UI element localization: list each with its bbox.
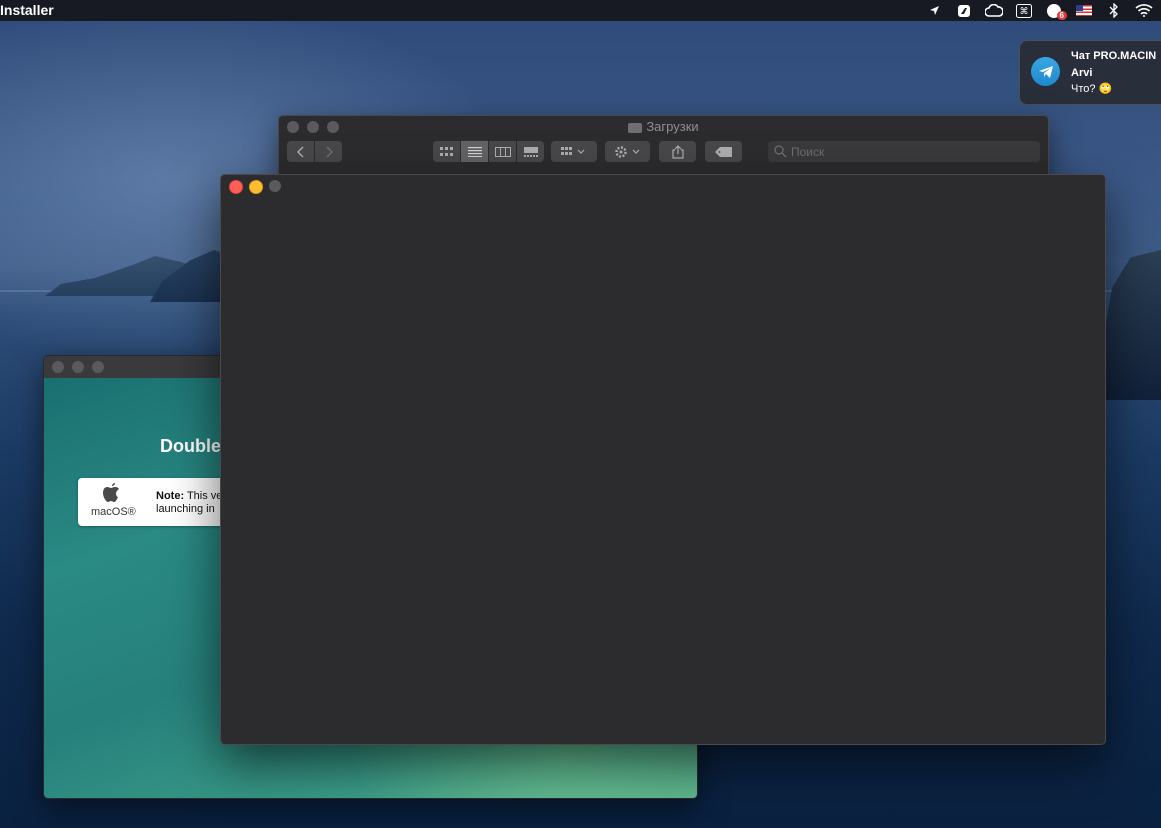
group-icon[interactable]: [551, 141, 597, 162]
notification-app-icon[interactable]: 6: [1043, 0, 1067, 21]
apple-logo-icon: [103, 483, 119, 502]
main-window[interactable]: [220, 174, 1106, 745]
icon-view-icon[interactable]: [433, 141, 461, 162]
notification-message: Что? 🙄: [1071, 83, 1113, 95]
svg-text:⌘: ⌘: [1020, 7, 1029, 17]
note-text: Note: This ve launching in: [156, 490, 226, 516]
forward-icon[interactable]: [315, 141, 342, 162]
installer-zoom-button[interactable]: [92, 361, 104, 373]
column-view-icon[interactable]: [489, 141, 517, 162]
folder-icon: [628, 122, 643, 133]
us-flag-icon[interactable]: [1073, 0, 1095, 21]
search-icon: [774, 145, 787, 158]
telegram-notification[interactable]: Чат PRO.MACIN Arvi Что? 🙄: [1019, 40, 1161, 105]
finder-title: Загрузки: [279, 119, 1048, 134]
search-placeholder: Поиск: [791, 145, 825, 159]
menu-bar: Installer ⌘ 6: [0, 0, 1161, 21]
island-right: [1103, 250, 1161, 400]
zoom-button[interactable]: [269, 180, 281, 192]
nav-buttons: [287, 141, 342, 162]
gallery-view-icon[interactable]: [517, 141, 544, 162]
macos-label: macOS®: [91, 506, 136, 518]
back-icon[interactable]: [287, 141, 315, 162]
location-arrow-icon[interactable]: [923, 0, 945, 21]
bluetooth-icon[interactable]: [1103, 0, 1125, 21]
share-icon[interactable]: [659, 141, 696, 162]
search-input[interactable]: Поиск: [768, 141, 1040, 162]
tag-icon[interactable]: [705, 141, 742, 162]
app-status-icon[interactable]: [953, 0, 975, 21]
minimize-button[interactable]: [249, 180, 263, 194]
note-line1: This ve: [184, 490, 223, 502]
action-gear-icon[interactable]: [605, 141, 650, 162]
view-mode-segment: [433, 141, 544, 162]
note-line2: launching in: [156, 503, 215, 515]
installer-title: Double: [160, 436, 221, 456]
list-view-icon[interactable]: [461, 141, 489, 162]
wifi-icon[interactable]: [1133, 0, 1155, 21]
installer-close-button[interactable]: [52, 361, 64, 373]
cmd-icon[interactable]: ⌘: [1013, 0, 1035, 21]
notification-badge: 6: [1056, 11, 1067, 20]
telegram-icon: [1031, 57, 1060, 86]
note-bold: Note:: [156, 490, 185, 502]
close-button[interactable]: [229, 180, 243, 194]
notification-sender: Arvi: [1071, 67, 1093, 79]
finder-title-text: Загрузки: [646, 119, 699, 134]
installer-minimize-button[interactable]: [72, 361, 84, 373]
status-area: ⌘ 6: [915, 0, 1161, 21]
notification-title: Чат PRO.MACIN: [1071, 50, 1157, 62]
app-menu-name[interactable]: Installer: [0, 2, 54, 18]
cloud-icon[interactable]: [983, 0, 1005, 21]
